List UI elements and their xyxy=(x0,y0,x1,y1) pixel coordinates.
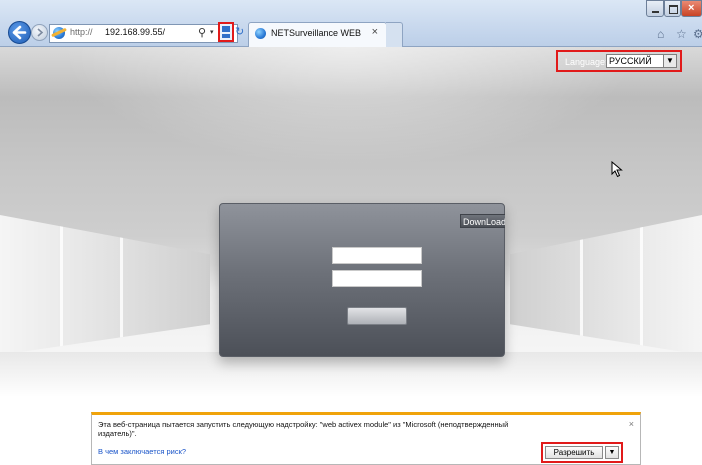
activex-notification-bar: Эта веб-страница пытается запустить след… xyxy=(91,412,641,465)
compatibility-view-icon-part xyxy=(222,34,230,38)
compatibility-view-button[interactable] xyxy=(218,22,234,42)
minimize-button[interactable] xyxy=(646,0,664,17)
compatibility-view-icon xyxy=(222,26,230,32)
browser-toolbar: http:// 192.168.99.55/ ⚲ ▾ ↻ NETSurveill… xyxy=(0,0,702,47)
allow-dropdown-button[interactable]: ▼ xyxy=(605,446,619,459)
allow-button-highlight: Разрешить ▼ xyxy=(541,442,623,463)
login-panel: DownLoad xyxy=(219,203,505,357)
corridor-left-wall xyxy=(0,215,210,355)
close-window-button[interactable]: × xyxy=(681,0,702,17)
ie-globe-icon xyxy=(53,27,65,39)
language-value: РУССКИЙ xyxy=(609,56,652,66)
forward-button[interactable] xyxy=(31,24,48,41)
maximize-button[interactable] xyxy=(664,0,681,17)
language-label: Language: xyxy=(565,57,608,67)
address-dropdown-icon[interactable]: ▾ xyxy=(210,28,214,36)
home-icon[interactable]: ⌂ xyxy=(657,27,664,41)
tab-title: NETSurveillance WEB xyxy=(271,28,362,38)
new-tab-button[interactable] xyxy=(386,22,403,47)
back-arrow-icon xyxy=(12,25,27,40)
tools-gear-icon[interactable]: ⚙ xyxy=(693,27,702,41)
address-bar[interactable]: http:// 192.168.99.55/ ⚲ ▾ xyxy=(49,24,238,43)
tab-favicon-icon xyxy=(255,28,266,39)
ceiling-light xyxy=(60,47,640,167)
search-icon[interactable]: ⚲ xyxy=(198,26,206,39)
back-button[interactable] xyxy=(8,21,31,44)
risk-info-link[interactable]: В чем заключается риск? xyxy=(98,447,186,456)
close-icon: × xyxy=(688,2,695,14)
refresh-icon[interactable]: ↻ xyxy=(235,25,244,38)
tab-netsurveillance[interactable]: NETSurveillance WEB × xyxy=(248,22,387,47)
wall-stripe xyxy=(120,215,123,355)
favorites-star-icon[interactable]: ☆ xyxy=(676,27,687,41)
wall-stripe xyxy=(580,215,583,355)
allow-button[interactable]: Разрешить xyxy=(545,446,603,459)
wall-stripe xyxy=(60,215,63,355)
wall-stripe xyxy=(640,215,643,355)
url-host: 192.168.99.55/ xyxy=(105,27,166,37)
chevron-down-icon[interactable]: ▼ xyxy=(663,55,676,67)
language-select[interactable]: РУССКИЙ ▼ xyxy=(606,54,677,68)
page-content: Language: РУССКИЙ ▼ DownLoad xyxy=(0,47,702,465)
url-protocol: http:// xyxy=(70,27,93,37)
password-input[interactable] xyxy=(332,270,422,287)
login-button[interactable] xyxy=(347,307,407,325)
forward-arrow-icon xyxy=(37,28,44,37)
mouse-cursor-icon xyxy=(611,161,623,178)
language-selector-highlight: Language: РУССКИЙ ▼ xyxy=(556,50,682,72)
notification-message: Эта веб-страница пытается запустить след… xyxy=(98,420,509,438)
notification-close-icon[interactable]: × xyxy=(629,419,634,429)
download-button[interactable]: DownLoad xyxy=(460,214,505,228)
username-input[interactable] xyxy=(332,247,422,264)
corridor-right-wall xyxy=(510,215,702,355)
tab-close-icon[interactable]: × xyxy=(372,26,378,38)
